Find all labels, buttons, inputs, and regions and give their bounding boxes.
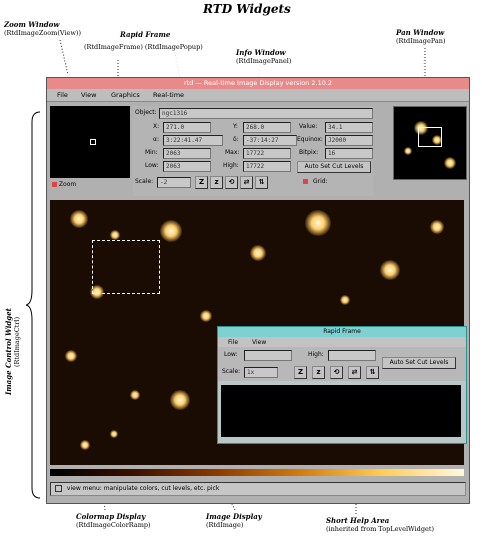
rapid-flip-y-button[interactable]: ⇅ — [366, 366, 379, 379]
rapid-high-label: High: — [308, 351, 324, 358]
max-label: Max: — [225, 149, 240, 156]
image-star — [110, 230, 120, 240]
rapid-auto-set-button[interactable]: Auto Set Cut Levels — [382, 357, 456, 369]
image-star — [110, 430, 118, 438]
rapid-zoom-out-button[interactable]: z — [312, 366, 325, 379]
image-star — [65, 350, 77, 362]
flip-x-button[interactable]: ⇄ — [240, 176, 253, 189]
menu-real-time[interactable]: Real-time — [153, 91, 184, 99]
window-title: rtd — Real-time Image Display version 2.… — [183, 79, 333, 87]
y-label: Y: — [233, 123, 238, 130]
image-star — [250, 245, 266, 261]
image-star — [340, 295, 350, 305]
rapid-low-label: Low: — [224, 351, 238, 358]
max-field[interactable]: 17722 — [243, 148, 291, 159]
low-label: Low: — [145, 162, 159, 169]
short-help-area: view menu: manipulate colors, cut levels… — [50, 482, 466, 496]
high-field[interactable]: 17722 — [243, 161, 291, 172]
image-star — [305, 210, 331, 236]
equinox-field[interactable]: J2000 — [325, 135, 373, 146]
rapid-frame-title: Rapid Frame — [323, 328, 361, 335]
x-field[interactable]: 271.0 — [163, 122, 211, 133]
rapid-frame-image[interactable] — [221, 385, 461, 437]
grid-label: Grid: — [313, 178, 328, 185]
rapid-scale-label: Scale: — [222, 368, 241, 375]
colormap-ramp[interactable] — [50, 469, 464, 476]
rapid-frame-controls: Low: High: Auto Set Cut Levels Scale: 1x… — [218, 347, 466, 381]
image-star — [200, 310, 212, 322]
menu-bar: File View Graphics Real-time — [47, 89, 469, 102]
object-field[interactable]: ngc1316 — [159, 108, 373, 119]
pan-window[interactable] — [393, 106, 467, 180]
help-checkbox[interactable] — [55, 485, 62, 492]
rotate-button[interactable]: ⟲ — [225, 176, 238, 189]
image-star — [70, 210, 88, 228]
rapid-low-field[interactable] — [244, 350, 292, 361]
image-star — [170, 390, 190, 410]
x-label: X: — [153, 123, 160, 130]
flip-y-button[interactable]: ⇅ — [255, 176, 268, 189]
dec-field[interactable]: -37:14:27 — [243, 135, 297, 146]
y-field[interactable]: 268.0 — [243, 122, 291, 133]
menu-file[interactable]: File — [57, 91, 68, 99]
ra-field[interactable]: 3:22:41.47 — [163, 135, 223, 146]
pan-star — [444, 157, 456, 169]
pan-view-box[interactable] — [418, 127, 442, 147]
rapid-menu-view[interactable]: View — [252, 339, 266, 346]
equinox-label: Equinox: — [297, 136, 323, 143]
zoom-toggle[interactable]: Zoom — [52, 181, 76, 188]
image-star — [380, 260, 400, 280]
object-label: Object: — [135, 109, 157, 116]
zoom-in-button[interactable]: Z — [195, 176, 208, 189]
rapid-frame-window: Rapid Frame File View Low: High: Auto Se… — [217, 326, 467, 444]
rapid-menu-file[interactable]: File — [228, 339, 238, 346]
rapid-frame-title-bar[interactable]: Rapid Frame — [218, 327, 466, 337]
image-star — [80, 440, 90, 450]
image-star — [160, 220, 182, 242]
zoom-crosshair — [90, 139, 96, 145]
title-bar[interactable]: rtd — Real-time Image Display version 2.… — [47, 78, 469, 89]
checkbox-icon — [52, 182, 57, 187]
min-label: Min: — [145, 149, 158, 156]
scale-select[interactable]: -2 — [157, 177, 191, 188]
rapid-frame-menu-bar: File View — [218, 337, 466, 347]
image-star — [130, 390, 140, 400]
zoom-out-button[interactable]: z — [210, 176, 223, 189]
scale-label: Scale: — [135, 178, 154, 185]
menu-graphics[interactable]: Graphics — [111, 91, 140, 99]
dec-label: δ: — [233, 136, 239, 143]
rapid-scale-select[interactable]: 1x — [244, 367, 278, 378]
rapid-rotate-button[interactable]: ⟲ — [330, 366, 343, 379]
min-field[interactable]: 2063 — [163, 148, 211, 159]
rapid-high-field[interactable] — [328, 350, 376, 361]
zoom-window[interactable] — [50, 106, 130, 178]
ra-label: α: — [153, 136, 159, 143]
menu-view[interactable]: View — [81, 91, 96, 99]
value-field[interactable]: 34.1 — [325, 122, 373, 133]
rapid-frame-selection[interactable] — [92, 240, 160, 294]
image-star — [430, 220, 444, 234]
grid-checkbox[interactable] — [303, 179, 308, 184]
high-label: High: — [223, 162, 239, 169]
bitpix-field[interactable]: 16 — [325, 148, 373, 159]
pan-star — [404, 147, 412, 155]
auto-set-cut-levels-button[interactable]: Auto Set Cut Levels — [297, 161, 371, 173]
value-label: Value: — [299, 123, 318, 130]
zoom-toggle-label: Zoom — [58, 181, 77, 188]
rapid-flip-x-button[interactable]: ⇄ — [348, 366, 361, 379]
low-field[interactable]: 2063 — [163, 161, 211, 172]
bitpix-label: Bitpix: — [299, 149, 319, 156]
info-panel: Object: ngc1316 X: 271.0 Y: 268.0 Value:… — [133, 106, 373, 196]
help-text: view menu: manipulate colors, cut levels… — [66, 485, 220, 492]
rapid-zoom-in-button[interactable]: Z — [294, 366, 307, 379]
